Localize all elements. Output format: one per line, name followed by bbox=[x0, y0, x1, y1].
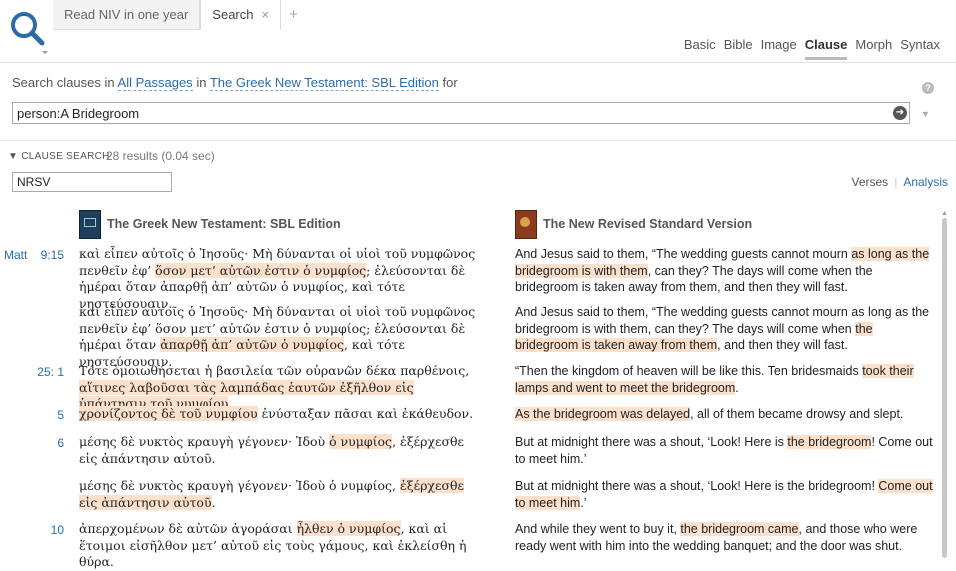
english-verse-text[interactable]: And Jesus said to them, “The wedding gue… bbox=[515, 304, 935, 354]
verse-text-segment: . bbox=[211, 494, 216, 510]
sbl-book-icon bbox=[79, 209, 101, 239]
clause-search-title[interactable]: ▼ CLAUSE SEARCH bbox=[8, 151, 110, 162]
verse-text-segment: ἀπερχομένων δὲ αὐτῶν ἀγοράσαι bbox=[79, 521, 297, 536]
verse-text-segment: , all of them became drowsy and slept. bbox=[690, 407, 904, 421]
highlighted-match: the bridegroom bbox=[787, 435, 872, 449]
mode-image[interactable]: Image bbox=[761, 37, 797, 60]
tab-read-niv[interactable]: Read NIV in one year bbox=[53, 0, 201, 30]
verse-text-segment: μέσης δὲ νυκτὸς κραυγὴ γέγονεν· Ἰδοὺ bbox=[79, 434, 330, 449]
verse-text-segment: . bbox=[735, 380, 739, 395]
search-for: for bbox=[442, 75, 458, 90]
verse-text-segment: ἐνύσταξαν πᾶσαι καὶ ἐκάθευδον. bbox=[257, 406, 474, 421]
verse-reference[interactable]: 6 bbox=[20, 436, 64, 450]
greek-verse-text[interactable]: ἀπερχομένων δὲ αὐτῶν ἀγοράσαι ἦλθεν ὁ νυ… bbox=[79, 521, 479, 571]
tab-search[interactable]: Search × bbox=[200, 0, 282, 30]
english-verse-text[interactable]: And while they went to buy it, the bride… bbox=[515, 521, 935, 554]
query-history-dropdown-icon[interactable]: ▼ bbox=[921, 109, 930, 119]
verse-text-segment: And Jesus said to them, “The wedding gue… bbox=[515, 247, 852, 261]
verse-text-segment: , and then they will fast. bbox=[717, 338, 848, 352]
greek-verse-text[interactable]: μέσης δὲ νυκτὸς κραυγὴ γέγονεν· Ἰδοὺ ὁ ν… bbox=[79, 434, 479, 467]
verse-reference[interactable]: 10 bbox=[20, 523, 64, 537]
search-mode-tabs: Basic Bible Image Clause Morph Syntax bbox=[676, 37, 940, 60]
highlighted-match: ἀπαρθῇ ἀπ’ αὐτῶν ὁ νυμφίος bbox=[160, 337, 344, 352]
greek-verse-text[interactable]: καὶ εἶπεν αὐτοῖς ὁ Ἰησοῦς· Μὴ δύνανται ο… bbox=[79, 304, 479, 370]
help-icon[interactable]: ? bbox=[922, 82, 934, 94]
scroll-up-icon[interactable]: ▲ bbox=[941, 210, 948, 217]
highlighted-match: the bridegroom came bbox=[680, 522, 799, 536]
tab-strip: Read NIV in one year Search × + bbox=[53, 0, 306, 30]
verse-text-segment: μέσης δὲ νυκτὸς κραυγὴ γέγονεν· Ἰδοὺ ὁ ν… bbox=[79, 478, 401, 493]
search-magnifier-icon[interactable] bbox=[8, 10, 48, 56]
highlighted-match: ὅσον μετ’ αὐτῶν ἐστιν ὁ νυμφίος bbox=[155, 262, 367, 278]
query-input[interactable] bbox=[13, 103, 871, 123]
verse-text-segment: But at midnight there was a shout, ‘Look… bbox=[515, 435, 788, 449]
scrollbar-thumb[interactable] bbox=[942, 218, 947, 558]
verses-view-link[interactable]: Verses bbox=[852, 175, 889, 189]
highlighted-match: χρονίζοντος δὲ τοῦ νυμφίου bbox=[79, 406, 258, 421]
greek-column-header: The Greek New Testament: SBL Edition bbox=[79, 209, 341, 239]
english-verse-text[interactable]: As the bridegroom was delayed, all of th… bbox=[515, 406, 935, 423]
english-verse-text[interactable]: “Then the kingdom of heaven will be like… bbox=[515, 363, 935, 396]
search-in: in bbox=[196, 75, 207, 90]
mode-basic[interactable]: Basic bbox=[684, 37, 716, 60]
highlighted-match: ὁ νυμφίος bbox=[329, 434, 393, 449]
clause-search-label: CLAUSE SEARCH bbox=[21, 151, 110, 162]
view-switch: Verses | Analysis bbox=[852, 175, 949, 189]
english-column-title[interactable]: The New Revised Standard Version bbox=[543, 217, 752, 231]
search-description: Search clauses in All Passages in The Gr… bbox=[12, 75, 458, 91]
english-verse-text[interactable]: And Jesus said to them, “The wedding gue… bbox=[515, 246, 935, 296]
greek-verse-text[interactable]: χρονίζοντος δὲ τοῦ νυμφίου ἐνύσταξαν πᾶσ… bbox=[79, 406, 479, 423]
highlighted-match: ἦλθεν ὁ νυμφίος bbox=[296, 521, 401, 536]
go-arrow-icon[interactable]: ➔ bbox=[893, 106, 907, 120]
verse-reference[interactable]: 5 bbox=[20, 408, 64, 422]
source-resource-link[interactable]: The Greek New Testament: SBL Edition bbox=[209, 75, 439, 91]
verse-text-segment: But at midnight there was a shout, ‘Look… bbox=[515, 479, 879, 493]
result-count: 28 results (0.04 sec) bbox=[106, 149, 215, 163]
english-verse-text[interactable]: But at midnight there was a shout, ‘Look… bbox=[515, 478, 935, 511]
separator: | bbox=[894, 175, 898, 189]
passages-range-link[interactable]: All Passages bbox=[117, 75, 193, 91]
mode-morph[interactable]: Morph bbox=[855, 37, 892, 60]
tab-label: Search bbox=[212, 7, 254, 22]
highlighted-match: As the bridegroom was delayed bbox=[515, 407, 691, 421]
mode-syntax[interactable]: Syntax bbox=[900, 37, 940, 60]
new-tab-button[interactable]: + bbox=[281, 0, 306, 29]
version-input[interactable] bbox=[12, 172, 172, 192]
search-prefix: Search clauses in bbox=[12, 75, 115, 90]
top-bar: Read NIV in one year Search × + Basic Bib… bbox=[0, 0, 956, 63]
mode-bible[interactable]: Bible bbox=[724, 37, 753, 60]
greek-column-title[interactable]: The Greek New Testament: SBL Edition bbox=[107, 217, 341, 231]
verse-text-segment: “Then the kingdom of heaven will be like… bbox=[515, 364, 863, 378]
scrollbar[interactable]: ▲ bbox=[941, 210, 949, 559]
verse-text-segment: Τότε ὁμοιωθήσεται ἡ βασιλεία τῶν οὐρανῶν… bbox=[79, 363, 470, 378]
verse-reference[interactable]: 25: 1 bbox=[20, 365, 64, 379]
verse-text-segment: .’ bbox=[580, 495, 587, 510]
query-field[interactable]: ➔ bbox=[12, 102, 910, 124]
results-header: ▼ CLAUSE SEARCH 28 results (0.04 sec) bbox=[0, 140, 956, 171]
greek-verse-text[interactable]: καὶ εἶπεν αὐτοῖς ὁ Ἰησοῦς· Μὴ δύνανται ο… bbox=[79, 246, 479, 312]
close-icon[interactable]: × bbox=[262, 7, 270, 22]
analysis-view-link[interactable]: Analysis bbox=[903, 175, 948, 189]
tab-label: Read NIV in one year bbox=[64, 7, 189, 22]
english-column-header: The New Revised Standard Version bbox=[515, 209, 752, 239]
nrsv-book-icon bbox=[515, 209, 537, 239]
verse-text-segment: And while they went to buy it, bbox=[515, 522, 681, 536]
verse-reference[interactable]: 9:15 bbox=[20, 248, 64, 262]
english-verse-text[interactable]: But at midnight there was a shout, ‘Look… bbox=[515, 434, 935, 467]
greek-verse-text[interactable]: μέσης δὲ νυκτὸς κραυγὴ γέγονεν· Ἰδοὺ ὁ ν… bbox=[79, 478, 479, 511]
mode-clause[interactable]: Clause bbox=[804, 37, 848, 60]
